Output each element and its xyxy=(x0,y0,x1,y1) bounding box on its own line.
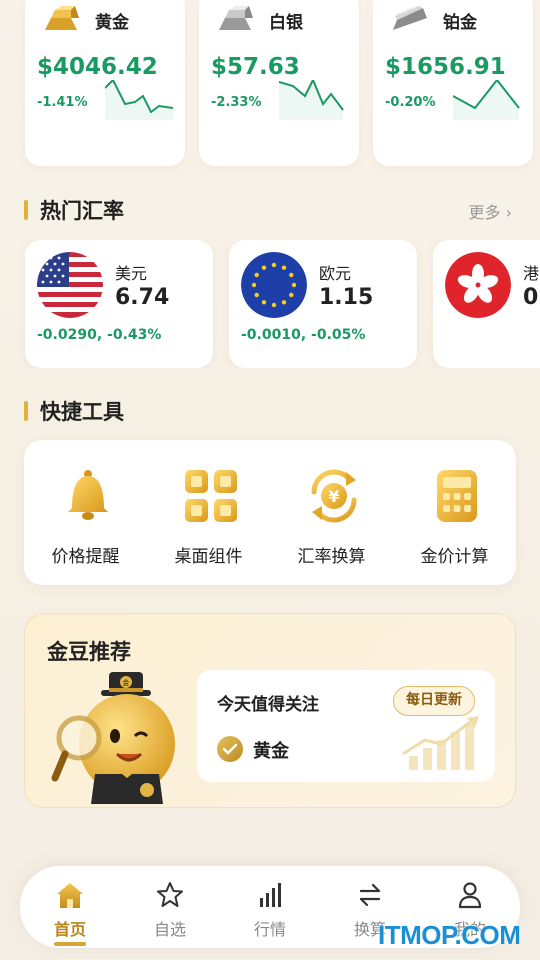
more-link[interactable]: 更多 › xyxy=(469,199,513,223)
metal-change: -0.20% xyxy=(385,95,436,110)
metal-name: 白银 xyxy=(269,13,303,33)
nav-watchlist[interactable]: 自选 xyxy=(120,866,220,948)
us-flag-icon xyxy=(37,252,103,318)
nav-label: 自选 xyxy=(153,920,186,939)
metal-change: -1.41% xyxy=(37,95,88,110)
yen-exchange-icon: ¥ xyxy=(311,469,357,523)
user-icon xyxy=(458,882,482,909)
nav-market[interactable]: 行情 xyxy=(220,866,320,948)
home-icon xyxy=(57,883,83,908)
nav-label: 首页 xyxy=(53,920,86,939)
star-icon xyxy=(157,882,183,907)
fx-change: -0.0290, -0.43% xyxy=(37,327,162,343)
metal-price-row: 黄金 $4046.42 -1.41% 白银 $57.63 -2.33% 铂金 $… xyxy=(0,0,540,166)
fx-card-eur[interactable]: 欧元 1.15 -0.0010, -0.05% xyxy=(229,240,417,368)
fx-name: 欧元 xyxy=(319,264,352,283)
metal-name: 铂金 xyxy=(443,13,477,33)
metal-card-silver[interactable]: 白银 $57.63 -2.33% xyxy=(199,0,359,166)
nav-label: 行情 xyxy=(253,920,286,939)
fx-name: 美元 xyxy=(115,264,148,283)
widgets-grid-icon xyxy=(185,470,237,522)
fx-card-row: 美元 6.74 -0.0290, -0.43% 欧元 1.15 -0.0010,… xyxy=(0,240,540,368)
metal-price: $4046.42 xyxy=(37,54,158,80)
tool-fx-convert[interactable]: ¥ 汇率换算 xyxy=(270,440,393,585)
tools-section-header: 快捷工具 xyxy=(24,396,516,426)
site-watermark: ITMOP.COM xyxy=(378,920,521,950)
mascot-hat-badge: 金 xyxy=(123,678,130,687)
metal-name: 黄金 xyxy=(95,13,129,33)
section-title: 热门汇率 xyxy=(40,199,124,223)
quick-tools-card: 价格提醒 桌面组件 ¥ 汇率换算 金价计算 xyxy=(24,440,516,585)
recommend-title: 金豆推荐 xyxy=(47,640,131,664)
fx-name: 港 xyxy=(523,264,540,283)
svg-text:¥: ¥ xyxy=(328,487,339,506)
fx-value: 1.15 xyxy=(319,285,374,310)
fx-value: 0. xyxy=(523,285,540,310)
check-icon xyxy=(217,736,243,762)
eu-flag-icon xyxy=(241,252,307,318)
sparkline-chart xyxy=(105,80,174,120)
tool-desktop-widget[interactable]: 桌面组件 xyxy=(147,440,270,585)
section-accent-bar xyxy=(24,401,28,421)
gold-bar-icon xyxy=(45,6,79,30)
nav-home[interactable]: 首页 xyxy=(20,866,120,948)
daily-update-badge: 每日更新 xyxy=(393,686,475,716)
growth-chart-icon xyxy=(402,716,479,770)
tool-gold-calculator[interactable]: 金价计算 xyxy=(393,440,516,585)
tool-label: 金价计算 xyxy=(420,547,489,567)
recommend-item[interactable]: 黄金 xyxy=(253,737,289,763)
tool-label: 桌面组件 xyxy=(174,547,243,567)
calculator-icon xyxy=(437,470,477,522)
bell-icon xyxy=(68,470,108,520)
tool-label: 汇率换算 xyxy=(297,547,366,567)
metal-change: -2.33% xyxy=(211,95,262,110)
tool-price-alert[interactable]: 价格提醒 xyxy=(24,440,147,585)
metal-price: $57.63 xyxy=(211,54,300,80)
metal-card-platinum[interactable]: 铂金 $1656.91 -0.20% xyxy=(373,0,533,166)
recommend-headline: 今天值得关注 xyxy=(217,695,319,715)
section-title: 快捷工具 xyxy=(40,400,124,424)
fx-card-hkd[interactable]: 港 0. xyxy=(433,240,540,368)
recommend-card[interactable]: 金豆推荐 金 今天值得关注 每日更新 黄金 xyxy=(24,613,516,808)
metal-price: $1656.91 xyxy=(385,54,506,80)
recommend-panel: 今天值得关注 每日更新 黄金 xyxy=(197,670,495,782)
fx-card-usd[interactable]: 美元 6.74 -0.0290, -0.43% xyxy=(25,240,213,368)
sparkline-chart xyxy=(279,80,344,120)
chart-bars-icon xyxy=(260,883,281,907)
silver-bar-icon xyxy=(219,6,253,30)
swap-icon xyxy=(359,883,381,907)
section-accent-bar xyxy=(24,200,28,220)
fx-section-header: 热门汇率 更多 › xyxy=(24,195,516,225)
hk-flag-icon xyxy=(445,252,511,318)
gold-bean-mascot-icon: 金 xyxy=(51,672,175,804)
fx-change: -0.0010, -0.05% xyxy=(241,327,366,343)
active-tab-indicator xyxy=(54,942,86,946)
sparkline-chart xyxy=(453,80,520,120)
metal-card-gold[interactable]: 黄金 $4046.42 -1.41% xyxy=(25,0,185,166)
platinum-bar-icon xyxy=(393,4,427,30)
tool-label: 价格提醒 xyxy=(51,547,120,567)
fx-value: 6.74 xyxy=(115,285,170,310)
